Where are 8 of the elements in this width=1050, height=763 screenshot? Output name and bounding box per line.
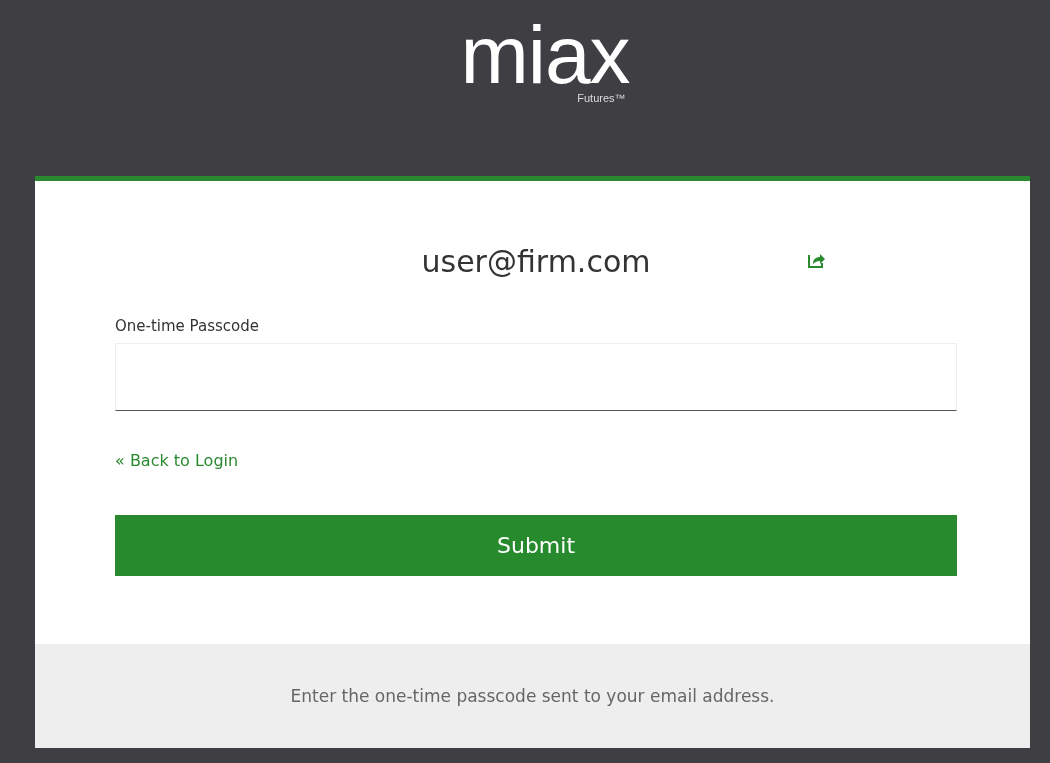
logo-subtitle: Futures™ [577,92,626,104]
back-link[interactable]: « Back to Login [115,451,239,470]
field-label: One-time Passcode [115,317,260,335]
share-icon[interactable] [808,253,825,268]
passcode-field[interactable] [115,343,957,411]
account-email: user@firm.com [421,243,651,279]
submit-button[interactable]: Submit [115,515,957,576]
footer-hint: Enter the one-time passcode sent to your email address. [290,686,775,706]
